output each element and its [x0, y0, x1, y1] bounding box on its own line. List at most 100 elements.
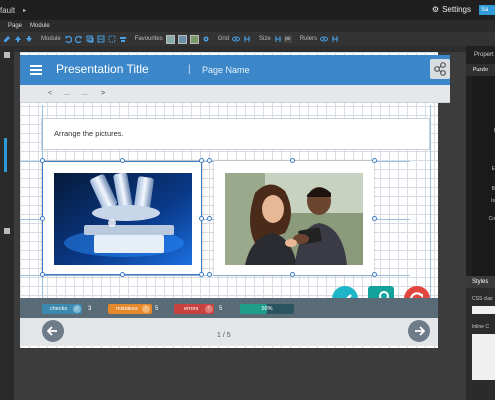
property-label: Is	[491, 198, 495, 204]
check-icon: ✓	[73, 305, 81, 313]
resize-handle[interactable]	[290, 158, 295, 163]
toolbar: Module Favourites Grid Size px Rulers	[0, 32, 495, 46]
mistakes-label: mistakes	[116, 306, 138, 312]
menu-bar: Page Module	[0, 20, 495, 32]
resize-handle[interactable]	[372, 158, 377, 163]
editor-window: fault ▸ ⚙ Settings Sa Page Module Module…	[0, 0, 495, 400]
arrow-down-icon[interactable]	[25, 35, 33, 43]
properties-body: I E B Is Co	[472, 76, 495, 304]
align-icon[interactable]	[119, 35, 127, 43]
paste-icon[interactable]	[97, 35, 105, 43]
page-name: Page Name	[202, 65, 250, 75]
status-bar	[20, 298, 438, 318]
guide-line	[430, 105, 431, 300]
resize-handle[interactable]	[207, 272, 212, 277]
inline-css-label: Inline C	[472, 324, 489, 330]
resize-handle[interactable]	[199, 272, 204, 277]
size-unit-field[interactable]: px	[283, 35, 292, 43]
styles-title: Styles	[472, 279, 489, 285]
grid-snap-icon[interactable]	[243, 35, 251, 43]
mistakes-badge: mistakes !	[108, 304, 152, 314]
left-panel-scrollbar[interactable]	[4, 138, 7, 172]
menu-page[interactable]: Page	[8, 23, 22, 29]
puzzle-picture-students[interactable]	[214, 161, 374, 275]
resize-handle[interactable]	[40, 272, 45, 277]
progress-label: 50%	[261, 306, 273, 312]
breadcrumb-next[interactable]: >	[101, 90, 105, 97]
size-icon[interactable]	[274, 35, 282, 43]
inline-css-input[interactable]	[472, 334, 495, 380]
gear-icon: ⚙	[431, 5, 440, 14]
arrow-up-icon[interactable]	[14, 35, 22, 43]
favourite-shape-icon[interactable]	[189, 34, 199, 44]
settings-label: Settings	[442, 5, 471, 14]
properties-tab-label: Puzzle	[473, 67, 489, 73]
resize-handle[interactable]	[372, 216, 377, 221]
rulers-visibility-icon[interactable]	[320, 35, 329, 43]
resize-handle[interactable]	[40, 216, 45, 221]
breadcrumb-back[interactable]: <	[48, 90, 52, 97]
resize-handle[interactable]	[290, 272, 295, 277]
arrow-right-icon	[415, 326, 426, 336]
previous-page-button[interactable]	[42, 320, 64, 342]
favourite-image-icon[interactable]	[165, 34, 175, 44]
rulers-snap-icon[interactable]	[331, 35, 339, 43]
resize-handle[interactable]	[199, 216, 204, 221]
css-class-input[interactable]	[472, 306, 495, 314]
right-panel: Propert Puzzle I E B Is Co Styles CSS cl…	[466, 46, 495, 400]
gear-icon[interactable]	[202, 35, 210, 43]
toolbar-favourites-label: Favourites	[134, 36, 163, 42]
resize-handle[interactable]	[207, 158, 212, 163]
panel-toggle-icon[interactable]	[4, 52, 10, 58]
group-icon[interactable]	[108, 35, 116, 43]
guide-line	[20, 275, 410, 276]
toolbar-grid-label: Grid	[217, 36, 230, 42]
undo-icon[interactable]	[64, 35, 72, 43]
panel-collapse-icon[interactable]	[4, 228, 10, 234]
resize-handle[interactable]	[372, 272, 377, 277]
next-page-button[interactable]	[408, 320, 430, 342]
save-button[interactable]: Sa	[479, 5, 495, 15]
properties-tab[interactable]: Puzzle	[466, 64, 495, 76]
resize-handle[interactable]	[207, 216, 212, 221]
checks-badge: checks ✓	[42, 304, 82, 314]
exclamation-icon: !	[142, 305, 150, 313]
toolbar-size-label: Size	[259, 36, 271, 42]
exclamation-icon: !	[205, 305, 213, 313]
resize-handle[interactable]	[40, 158, 45, 163]
progress-bar: 50%	[240, 304, 294, 314]
checks-label: checks	[50, 306, 68, 312]
left-panel	[0, 46, 14, 400]
edit-icon[interactable]	[3, 35, 11, 43]
play-icon[interactable]: ▸	[23, 7, 26, 14]
project-name[interactable]: fault	[0, 6, 15, 15]
share-icon	[434, 62, 446, 76]
menu-module[interactable]: Module	[30, 23, 50, 29]
grid-visibility-icon[interactable]	[232, 35, 241, 43]
checks-count: 3	[88, 306, 92, 312]
resize-handle[interactable]	[120, 272, 125, 277]
top-bar: fault ▸ ⚙ Settings Sa	[0, 0, 495, 20]
redo-icon[interactable]	[74, 35, 83, 43]
css-class-label: CSS clas	[472, 296, 493, 302]
settings-button[interactable]: ⚙ Settings	[432, 5, 471, 14]
students-image	[225, 173, 363, 265]
styles-header[interactable]: Styles	[466, 276, 495, 288]
hamburger-menu-icon[interactable]	[30, 65, 42, 75]
page-indicator: 1 / 5	[217, 332, 231, 339]
header-separator: |	[188, 64, 191, 75]
copy-icon[interactable]	[86, 35, 94, 43]
property-label: Co	[488, 216, 495, 222]
instruction-box[interactable]: Arrange the pictures.	[41, 118, 430, 150]
share-button[interactable]	[430, 59, 450, 79]
breadcrumb-ellipsis-1[interactable]: ...	[64, 90, 70, 97]
errors-label: errors	[184, 306, 199, 312]
resize-handle[interactable]	[199, 158, 204, 163]
property-label: E	[491, 166, 495, 172]
mistakes-count: 5	[155, 306, 159, 312]
favourite-text-icon[interactable]	[177, 34, 187, 44]
instruction-text: Arrange the pictures.	[54, 129, 124, 138]
resize-handle[interactable]	[120, 158, 125, 163]
toolbar-rulers-label: Rulers	[299, 36, 318, 42]
breadcrumb-ellipsis-2[interactable]: ...	[82, 90, 88, 97]
